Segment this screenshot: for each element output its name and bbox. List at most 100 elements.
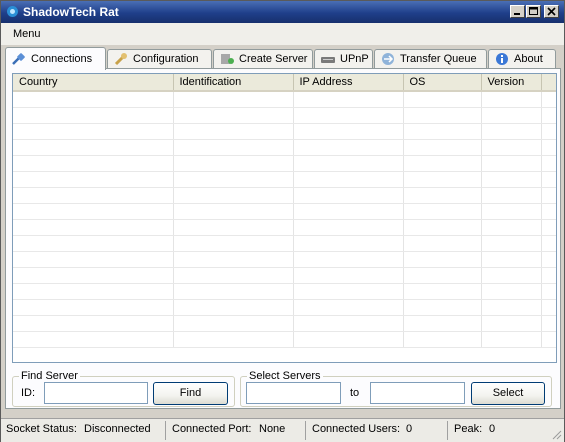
table-cell [13, 171, 174, 188]
table-row[interactable] [13, 315, 556, 332]
connected-port-value: None [259, 423, 286, 435]
table-row[interactable] [13, 203, 556, 220]
table-row[interactable] [13, 107, 556, 124]
table-row[interactable] [13, 299, 556, 316]
tab-strip: Connections Configuration Create Server … [5, 47, 561, 70]
table-cell [481, 139, 542, 156]
column-header-identification[interactable]: Identification [173, 74, 294, 92]
table-row[interactable] [13, 235, 556, 252]
table-row[interactable] [13, 187, 556, 204]
table-cell [293, 203, 404, 220]
table-cell [541, 299, 556, 316]
table-row[interactable] [13, 267, 556, 284]
id-label: ID: [21, 387, 36, 399]
table-cell [293, 235, 404, 252]
menu-bar: Menu [1, 23, 564, 45]
table-cell [403, 187, 482, 204]
id-input[interactable] [44, 382, 148, 404]
table-cell [13, 219, 174, 236]
table-cell [481, 283, 542, 300]
column-header-ip-address[interactable]: IP Address [293, 74, 404, 92]
table-cell [481, 235, 542, 252]
table-cell [403, 139, 482, 156]
table-cell [293, 251, 404, 268]
table-cell [541, 251, 556, 268]
table-cell [173, 123, 294, 140]
column-header-version[interactable]: Version [481, 74, 542, 92]
table-cell [541, 331, 556, 348]
table-row[interactable] [13, 155, 556, 172]
table-cell [481, 155, 542, 172]
tab-label: Transfer Queue [400, 53, 477, 65]
table-cell [403, 315, 482, 332]
table-cell [293, 187, 404, 204]
table-cell [293, 267, 404, 284]
table-row[interactable] [13, 331, 556, 348]
router-icon [321, 57, 335, 63]
server-build-icon [221, 54, 234, 64]
socket-status-label: Socket Status: [6, 423, 77, 435]
table-cell [403, 107, 482, 124]
table-cell [403, 203, 482, 220]
table-cell [403, 331, 482, 348]
table-cell [173, 203, 294, 220]
connected-users-label: Connected Users: [312, 423, 401, 435]
table-cell [293, 315, 404, 332]
table-cell [481, 251, 542, 268]
peak-value: 0 [489, 423, 496, 435]
table-cell [403, 219, 482, 236]
table-cell [481, 171, 542, 188]
resize-grip-icon[interactable] [550, 428, 562, 440]
table-cell [403, 251, 482, 268]
table-row[interactable] [13, 91, 556, 108]
table-cell [13, 299, 174, 316]
wrench-icon [114, 53, 127, 66]
tab-configuration[interactable]: Configuration [107, 49, 212, 68]
table-row[interactable] [13, 283, 556, 300]
table-cell [13, 155, 174, 172]
table-cell [481, 331, 542, 348]
tab-about[interactable]: About [488, 49, 556, 68]
tab-upnp[interactable]: UPnP [314, 49, 373, 68]
title-bar[interactable]: ShadowTech Rat [1, 1, 564, 23]
tab-label: Connections [31, 53, 93, 65]
to-label: to [350, 387, 360, 399]
select-to-input[interactable] [370, 382, 465, 404]
menu-item-menu[interactable]: Menu [7, 26, 47, 42]
tab-create-server[interactable]: Create Server [213, 49, 313, 68]
table-cell [541, 315, 556, 332]
table-cell [481, 267, 542, 284]
table-cell [481, 123, 542, 140]
table-row[interactable] [13, 171, 556, 188]
table-row[interactable] [13, 251, 556, 268]
table-header-row: Country Identification IP Address OS Ver… [13, 74, 556, 92]
connections-table[interactable]: Country Identification IP Address OS Ver… [12, 73, 557, 363]
table-cell [403, 299, 482, 316]
tab-connections[interactable]: Connections [5, 47, 106, 70]
table-cell [13, 315, 174, 332]
table-row[interactable] [13, 139, 556, 156]
select-button[interactable]: Select [471, 382, 545, 405]
column-header-os[interactable]: OS [403, 74, 482, 92]
table-row[interactable] [13, 123, 556, 140]
column-header-filler [541, 74, 556, 92]
column-header-country[interactable]: Country [13, 74, 174, 92]
maximize-button[interactable] [526, 5, 541, 18]
table-cell [541, 219, 556, 236]
table-cell [13, 123, 174, 140]
find-button[interactable]: Find [153, 382, 228, 405]
table-cell [173, 235, 294, 252]
table-cell [541, 91, 556, 108]
table-row[interactable] [13, 219, 556, 236]
table-cell [173, 139, 294, 156]
table-cell [293, 331, 404, 348]
close-button[interactable] [544, 5, 559, 18]
find-server-legend: Find Server [21, 370, 78, 382]
tab-transfer-queue[interactable]: Transfer Queue [374, 49, 487, 68]
table-cell [541, 171, 556, 188]
status-divider [447, 421, 448, 440]
app-window: ShadowTech Rat Menu Connections Configur… [0, 0, 565, 442]
minimize-button[interactable] [510, 5, 525, 18]
table-cell [173, 251, 294, 268]
select-from-input[interactable] [246, 382, 341, 404]
